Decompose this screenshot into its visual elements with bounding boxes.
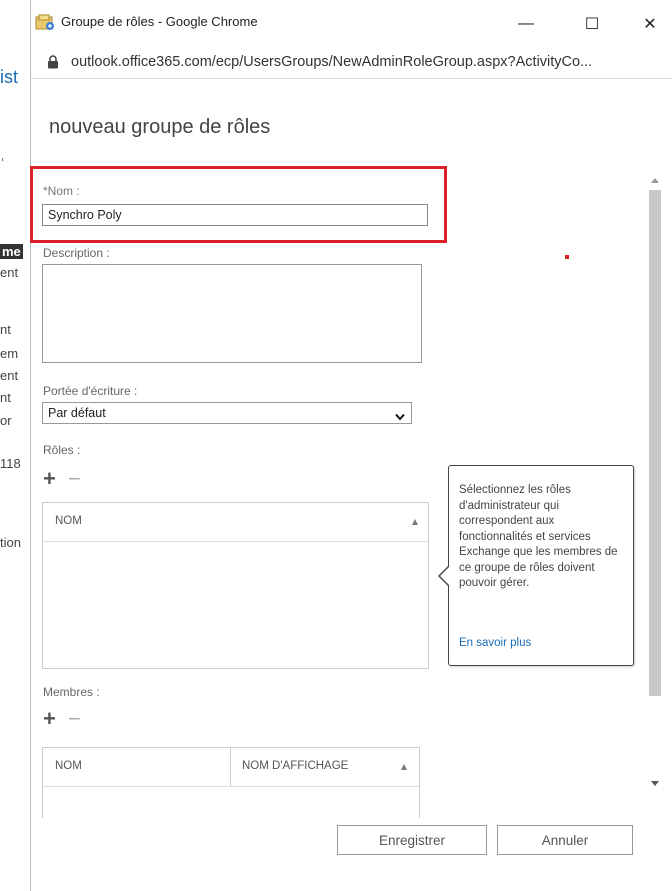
bg-fragment: nt <box>0 390 11 405</box>
write-scope-value: Par défaut <box>48 406 106 420</box>
members-table: NOM NOM D'AFFICHAGE <box>42 747 420 818</box>
window-title: Groupe de rôles - Google Chrome <box>61 14 258 29</box>
close-button[interactable]: ✕ <box>627 7 672 41</box>
scroll-up-arrow-icon[interactable] <box>651 178 659 183</box>
write-scope-label: Portée d'écriture : <box>43 384 138 398</box>
sort-ascending-icon[interactable] <box>401 764 407 770</box>
roles-label: Rôles : <box>43 443 81 457</box>
page-title: nouveau groupe de rôles <box>49 116 271 138</box>
add-role-button[interactable]: + <box>43 468 56 490</box>
red-marker <box>565 255 569 259</box>
description-label: Description : <box>43 246 110 260</box>
bg-fragment: ʿ <box>0 157 6 174</box>
url-text[interactable]: outlook.office365.com/ecp/UsersGroups/Ne… <box>71 54 592 70</box>
bg-fragment: ent <box>0 368 19 383</box>
column-header-display-name[interactable]: NOM D'AFFICHAGE <box>242 760 348 772</box>
minimize-button[interactable]: — <box>503 7 549 41</box>
members-table-header: NOM NOM D'AFFICHAGE <box>43 748 419 787</box>
bg-fragment: 118 <box>0 456 21 471</box>
bg-fragment: or <box>0 413 12 428</box>
address-bar[interactable]: outlook.office365.com/ecp/UsersGroups/Ne… <box>31 46 672 79</box>
save-button[interactable]: Enregistrer <box>337 825 487 855</box>
maximize-button[interactable]: ☐ <box>569 7 615 41</box>
dialog-content: nouveau groupe de rôles *Nom : Synchro P… <box>30 79 672 891</box>
bg-fragment: me <box>0 244 23 259</box>
lock-icon <box>47 55 59 74</box>
learn-more-link[interactable]: En savoir plus <box>459 637 531 649</box>
bg-fragment: tion <box>0 535 21 550</box>
description-textarea[interactable] <box>42 264 422 363</box>
column-divider <box>230 748 231 786</box>
column-header-name[interactable]: NOM <box>55 515 82 527</box>
column-header-name[interactable]: NOM <box>55 760 82 772</box>
members-label: Membres : <box>43 685 100 699</box>
tooltip-text: Sélectionnez les rôles d'administrateur … <box>459 484 618 589</box>
chrome-popup-window: Groupe de rôles - Google Chrome — ☐ ✕ ou… <box>30 0 672 891</box>
exchange-app-icon <box>35 14 55 37</box>
bg-fragment: nt <box>0 322 11 337</box>
roles-table-header: NOM <box>43 503 428 542</box>
scrollbar-thumb[interactable] <box>649 190 661 696</box>
background-page: ist ʿ me ent nt em ent nt or 118 tion <box>0 0 32 891</box>
bg-fragment: em <box>0 346 19 361</box>
chevron-down-icon <box>395 408 405 426</box>
roles-table: NOM <box>42 502 429 669</box>
remove-member-button[interactable]: − <box>68 708 81 730</box>
vertical-scrollbar[interactable] <box>648 176 663 796</box>
write-scope-select[interactable]: Par défaut <box>42 402 412 424</box>
add-member-button[interactable]: + <box>43 708 56 730</box>
scroll-down-arrow-icon[interactable] <box>651 781 659 786</box>
roles-help-tooltip: Sélectionnez les rôles d'administrateur … <box>438 465 634 666</box>
sort-ascending-icon[interactable] <box>412 519 418 525</box>
cancel-button[interactable]: Annuler <box>497 825 633 855</box>
bg-fragment: ist <box>0 67 18 87</box>
name-label: *Nom : <box>43 184 80 198</box>
title-bar[interactable]: Groupe de rôles - Google Chrome — ☐ ✕ <box>31 0 672 46</box>
remove-role-button[interactable]: − <box>68 468 81 490</box>
bg-fragment: ent <box>0 265 19 280</box>
name-input[interactable]: Synchro Poly <box>42 204 428 226</box>
